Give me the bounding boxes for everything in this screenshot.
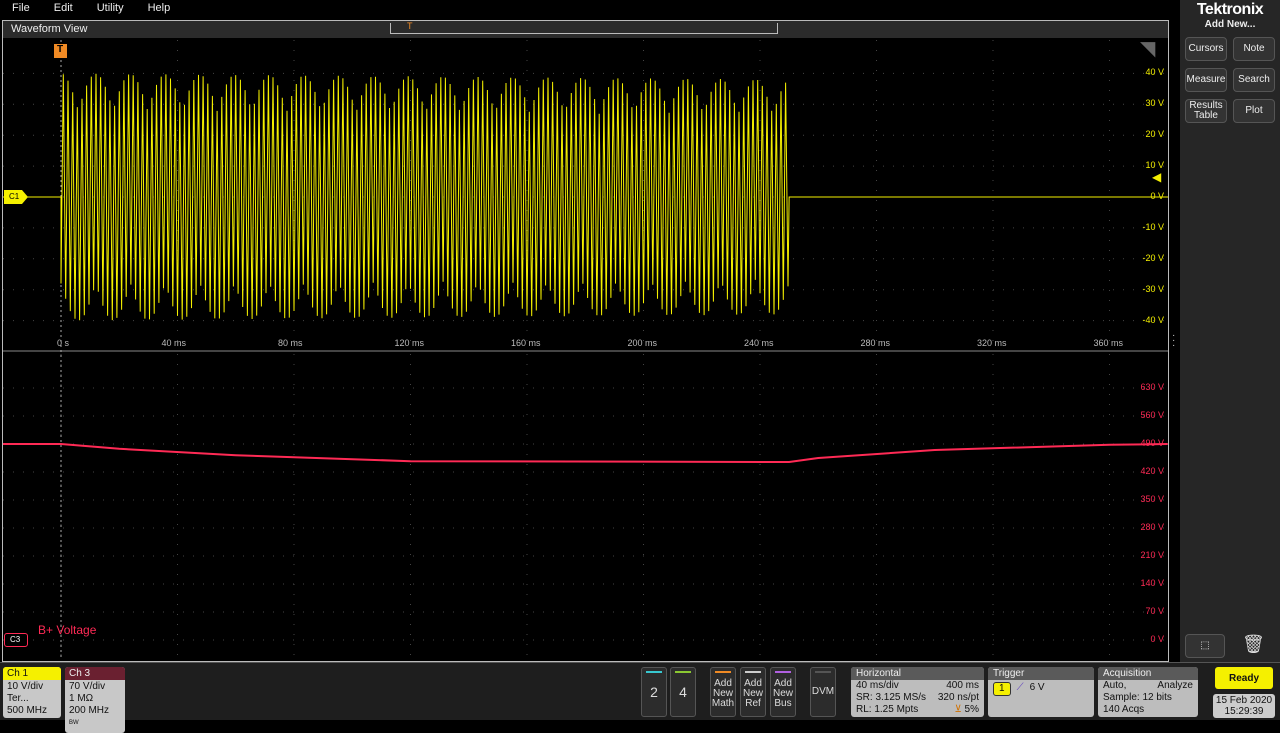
ch3-name: Ch 3 [65, 667, 125, 680]
add-new-heading: Add New... [1204, 19, 1256, 30]
ch3-y-label: 140 V [1140, 578, 1164, 588]
trigger-source: 1 [993, 682, 1011, 696]
ch3-impedance: 1 MΩ [69, 693, 94, 704]
x-axis-label: 40 ms [161, 338, 187, 348]
trash-icon[interactable]: 🗑 [1242, 634, 1265, 655]
ch3-y-label: 420 V [1140, 466, 1164, 476]
x-axis-label: 120 ms [394, 338, 425, 348]
ch3-y-label: 350 V [1140, 494, 1164, 504]
ch3-y-label: 210 V [1140, 550, 1164, 560]
x-axis-label: 200 ms [627, 338, 658, 348]
x-axis-label: 320 ms [977, 338, 1007, 348]
tektronix-logo: Tektronix [1196, 1, 1264, 18]
ch3-y-label: 490 V [1140, 438, 1164, 448]
ch1-scale: 10 V/div [7, 681, 44, 692]
ch1-y-label: 10 V [1145, 160, 1164, 171]
settings-bar: Ch 1 10 V/div Ter... 500 MHz Ch 3 70 V/div… [0, 662, 1280, 733]
acq-analyze: Analyze [1157, 680, 1193, 691]
ch1-y-label: -30 V [1142, 283, 1164, 294]
acquisition-panel[interactable]: Acquisition Auto, Analyze Sample: 12 bits… [1098, 667, 1198, 717]
ch3-bandwidth: 200 MHz [69, 705, 110, 716]
ch1-badge[interactable]: Ch 1 10 V/div Ter... 500 MHz [3, 667, 61, 718]
time-per-point: 320 ns/pt [937, 692, 979, 703]
panel-resize-handle[interactable]: · · · [1172, 331, 1175, 351]
run-status-ready[interactable]: Ready [1215, 667, 1273, 689]
horizontal-title: Horizontal [851, 667, 984, 680]
ch3-label: B+ Voltage [38, 623, 97, 637]
ch3-badge[interactable]: Ch 3 70 V/div 1 MΩ 200 MHz BW [65, 667, 125, 733]
date-time: 15 Feb 2020 15:29:39 [1213, 694, 1275, 718]
horizontal-position: 400 ms [946, 680, 979, 691]
ch1-bandwidth: 500 MHz [7, 705, 48, 716]
ch1-y-label: -10 V [1142, 221, 1164, 232]
x-axis-label: 280 ms [860, 338, 891, 348]
acq-count: 140 Acqs [1103, 704, 1145, 715]
plot-button[interactable]: Plot [1233, 99, 1275, 123]
ch1-name: Ch 1 [3, 667, 61, 680]
x-axis-label: 360 ms [1093, 338, 1124, 348]
acquisition-title: Acquisition [1098, 667, 1198, 680]
ch3-y-label: 0 V [1150, 634, 1164, 644]
bw-limit-icon: BW [69, 720, 79, 726]
right-panel: Tektronix Add New... Cursors Note Measur… [1180, 0, 1280, 662]
ch1-y-label: 40 V [1145, 67, 1164, 78]
add-new-bus-button[interactable]: Add New Bus [770, 667, 796, 717]
ch1-y-label: -20 V [1142, 252, 1164, 263]
ch3-waveform [3, 443, 1168, 464]
x-axis-label: 160 ms [511, 338, 541, 348]
ch1-y-label: 0 V [1150, 191, 1164, 201]
trigger-level-arrow-icon: ◀ [1152, 170, 1162, 184]
zoom-select-icon[interactable]: ⬚ [1185, 634, 1225, 658]
ch2-button[interactable]: 2 [641, 667, 667, 717]
ch3-scale: 70 V/div [69, 681, 106, 692]
measure-button[interactable]: Measure [1185, 68, 1227, 92]
ch3-ground-marker: C3 [4, 633, 28, 647]
note-button[interactable]: Note [1233, 37, 1275, 61]
ch3-y-label: 280 V [1140, 522, 1164, 532]
ch1-y-label: 30 V [1145, 98, 1164, 109]
ch1-y-label: 20 V [1145, 129, 1164, 140]
horizontal-scale: 40 ms/div [856, 680, 899, 691]
trigger-title: Trigger [988, 667, 1094, 680]
trigger-position: 5% [964, 704, 979, 715]
record-length: RL: 1.25 Mpts [856, 704, 919, 715]
cursors-button[interactable]: Cursors [1185, 37, 1227, 61]
results-table-button[interactable]: Results Table [1185, 99, 1227, 123]
acq-sample: Sample: 12 bits [1103, 692, 1172, 703]
trigger-marker-label: T [57, 44, 64, 55]
ch4-button[interactable]: 4 [670, 667, 696, 717]
waveform-plot[interactable] [0, 0, 1170, 662]
x-axis-label: 80 ms [278, 338, 303, 348]
x-axis-label: 240 ms [744, 338, 774, 348]
add-new-ref-button[interactable]: Add New Ref [740, 667, 766, 717]
ch1-y-label: -40 V [1142, 314, 1164, 325]
x-axis-label: 0 s [57, 338, 70, 348]
add-new-math-button[interactable]: Add New Math [710, 667, 736, 717]
horizontal-panel[interactable]: Horizontal 40 ms/div 400 ms SR: 3.125 MS/… [851, 667, 984, 717]
acq-mode: Auto, [1103, 680, 1127, 691]
zoom-corner-icon: ◥ [1140, 38, 1156, 60]
dvm-button[interactable]: DVM [810, 667, 836, 717]
rising-edge-icon: ⟋ [1016, 682, 1024, 693]
ch1-termination: Ter... [7, 693, 29, 704]
ch3-y-label: 70 V [1145, 606, 1164, 616]
ch3-y-label: 560 V [1140, 410, 1164, 420]
search-button[interactable]: Search [1233, 68, 1275, 92]
sample-rate: SR: 3.125 MS/s [856, 692, 927, 703]
trigger-position-icon: ⊻ [954, 704, 962, 715]
ch3-y-label: 630 V [1140, 382, 1164, 392]
trigger-level: 6 V [1029, 682, 1045, 693]
trigger-panel[interactable]: Trigger 1 ⟋ 6 V [988, 667, 1094, 717]
